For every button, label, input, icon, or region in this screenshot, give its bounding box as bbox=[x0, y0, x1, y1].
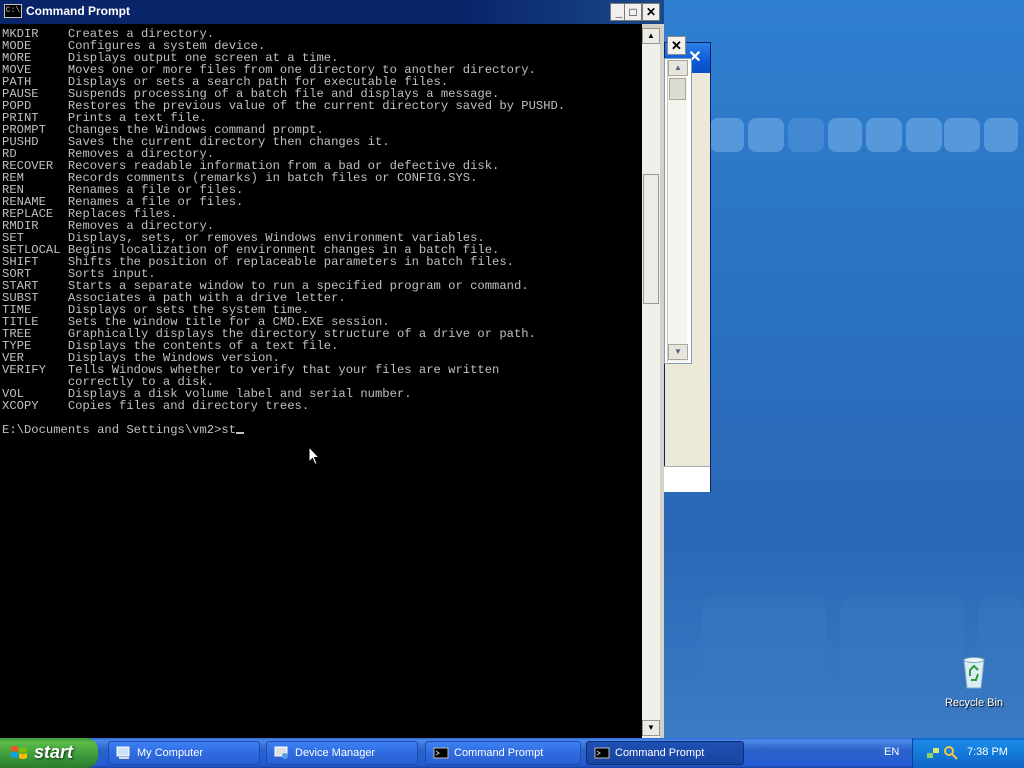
recycle-bin-icon bbox=[963, 657, 985, 689]
scroll-down-icon[interactable]: ▼ bbox=[642, 720, 660, 736]
taskbar-item-label: Command Prompt bbox=[454, 747, 544, 759]
mouse-pointer-icon bbox=[308, 446, 320, 466]
device-manager-icon bbox=[274, 746, 288, 759]
scroll-up-icon[interactable]: ▲ bbox=[642, 28, 660, 44]
window-title: Command Prompt bbox=[26, 4, 131, 18]
terminal-output[interactable]: MKDIR Creates a directory. MODE Configure… bbox=[0, 24, 642, 738]
desktop-decoration bbox=[788, 118, 824, 152]
search-icon[interactable] bbox=[943, 745, 959, 761]
taskbar-item-command-prompt-active[interactable]: Command Prompt bbox=[586, 741, 744, 765]
start-label: start bbox=[34, 742, 74, 762]
taskbar-item-label: My Computer bbox=[137, 747, 204, 759]
background-window-status-area bbox=[664, 466, 710, 492]
maximize-button[interactable]: □ bbox=[624, 3, 642, 21]
desktop-decoration bbox=[866, 118, 902, 152]
terminal-line: XCOPY Copies files and directory trees. bbox=[2, 399, 310, 413]
taskbar-item-my-computer[interactable]: My Computer bbox=[108, 741, 260, 765]
desktop-decoration bbox=[984, 118, 1018, 152]
recycle-bin[interactable]: Recycle Bin bbox=[942, 656, 1006, 709]
recycle-bin-label: Recycle Bin bbox=[944, 697, 1004, 709]
command-prompt-window[interactable]: C:\ Command Prompt _ □ ✕ MKDIR Creates a… bbox=[0, 0, 664, 738]
desktop-decoration bbox=[710, 118, 744, 152]
network-icon[interactable] bbox=[925, 745, 941, 761]
language-indicator[interactable]: EN bbox=[884, 746, 899, 758]
background-window-scrollbar[interactable]: ▲ ▼ bbox=[667, 60, 688, 362]
desktop-decoration bbox=[828, 118, 862, 152]
computer-icon bbox=[116, 746, 130, 759]
cmd-icon[interactable]: C:\ bbox=[4, 4, 22, 18]
taskbar-item-command-prompt[interactable]: Command Prompt bbox=[425, 741, 581, 765]
desktop-decoration bbox=[702, 596, 826, 720]
cmd-icon bbox=[594, 747, 610, 759]
system-tray: 7:38 PM bbox=[912, 738, 1024, 768]
start-button[interactable]: start bbox=[0, 738, 98, 768]
scroll-up-icon[interactable]: ▲ bbox=[668, 60, 688, 76]
desktop-decoration bbox=[906, 118, 942, 152]
taskbar-item-label: Command Prompt bbox=[615, 747, 705, 759]
dialog-close-icon[interactable]: ✕ bbox=[667, 36, 686, 55]
clock[interactable]: 7:38 PM bbox=[967, 746, 1008, 758]
titlebar[interactable]: C:\ Command Prompt _ □ ✕ bbox=[0, 0, 664, 24]
windows-logo-icon bbox=[11, 746, 27, 759]
scroll-thumb[interactable] bbox=[669, 78, 686, 100]
vertical-scrollbar[interactable]: ▲ ▼ bbox=[642, 28, 660, 738]
cmd-icon bbox=[433, 747, 449, 759]
scroll-down-icon[interactable]: ▼ bbox=[668, 344, 688, 360]
close-button[interactable]: ✕ bbox=[642, 3, 660, 21]
taskbar-item-label: Device Manager bbox=[295, 747, 376, 759]
taskbar: start My Computer Device Manager Command… bbox=[0, 738, 1024, 768]
terminal-line: E:\Documents and Settings\vm2>st bbox=[2, 424, 642, 436]
taskbar-item-device-manager[interactable]: Device Manager bbox=[266, 741, 418, 765]
desktop-decoration bbox=[748, 118, 784, 152]
desktop-decoration bbox=[944, 118, 980, 152]
text-cursor bbox=[236, 432, 245, 434]
scroll-thumb[interactable] bbox=[643, 174, 659, 304]
